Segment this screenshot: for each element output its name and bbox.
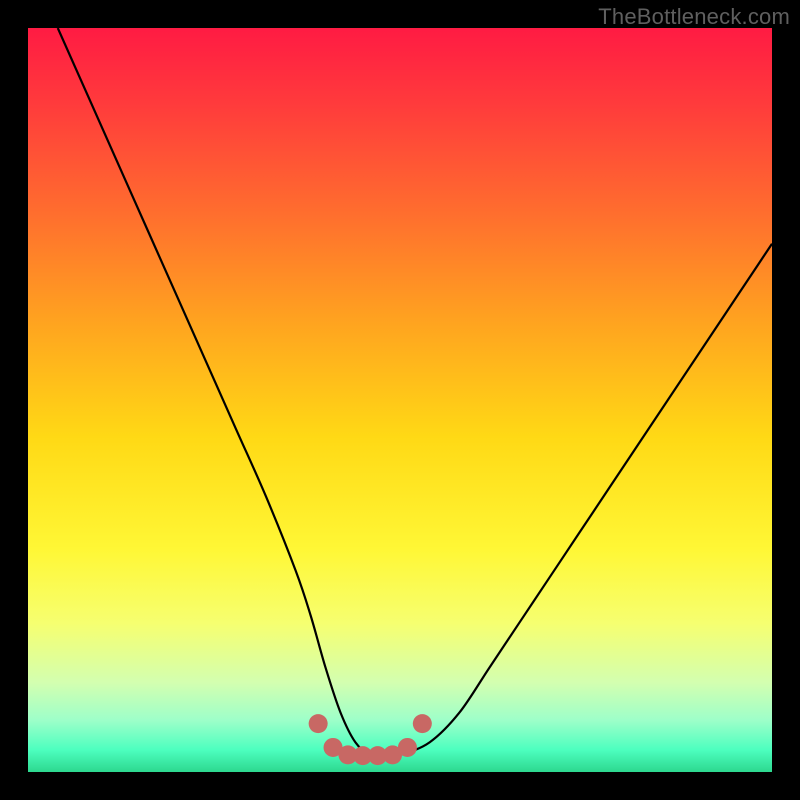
gradient-background <box>28 28 772 772</box>
bottom-marker <box>413 714 432 733</box>
bottom-marker <box>398 738 417 757</box>
watermark-text: TheBottleneck.com <box>598 4 790 30</box>
bottleneck-chart <box>28 28 772 772</box>
chart-frame: TheBottleneck.com <box>0 0 800 800</box>
bottom-marker <box>309 714 328 733</box>
plot-area <box>28 28 772 772</box>
